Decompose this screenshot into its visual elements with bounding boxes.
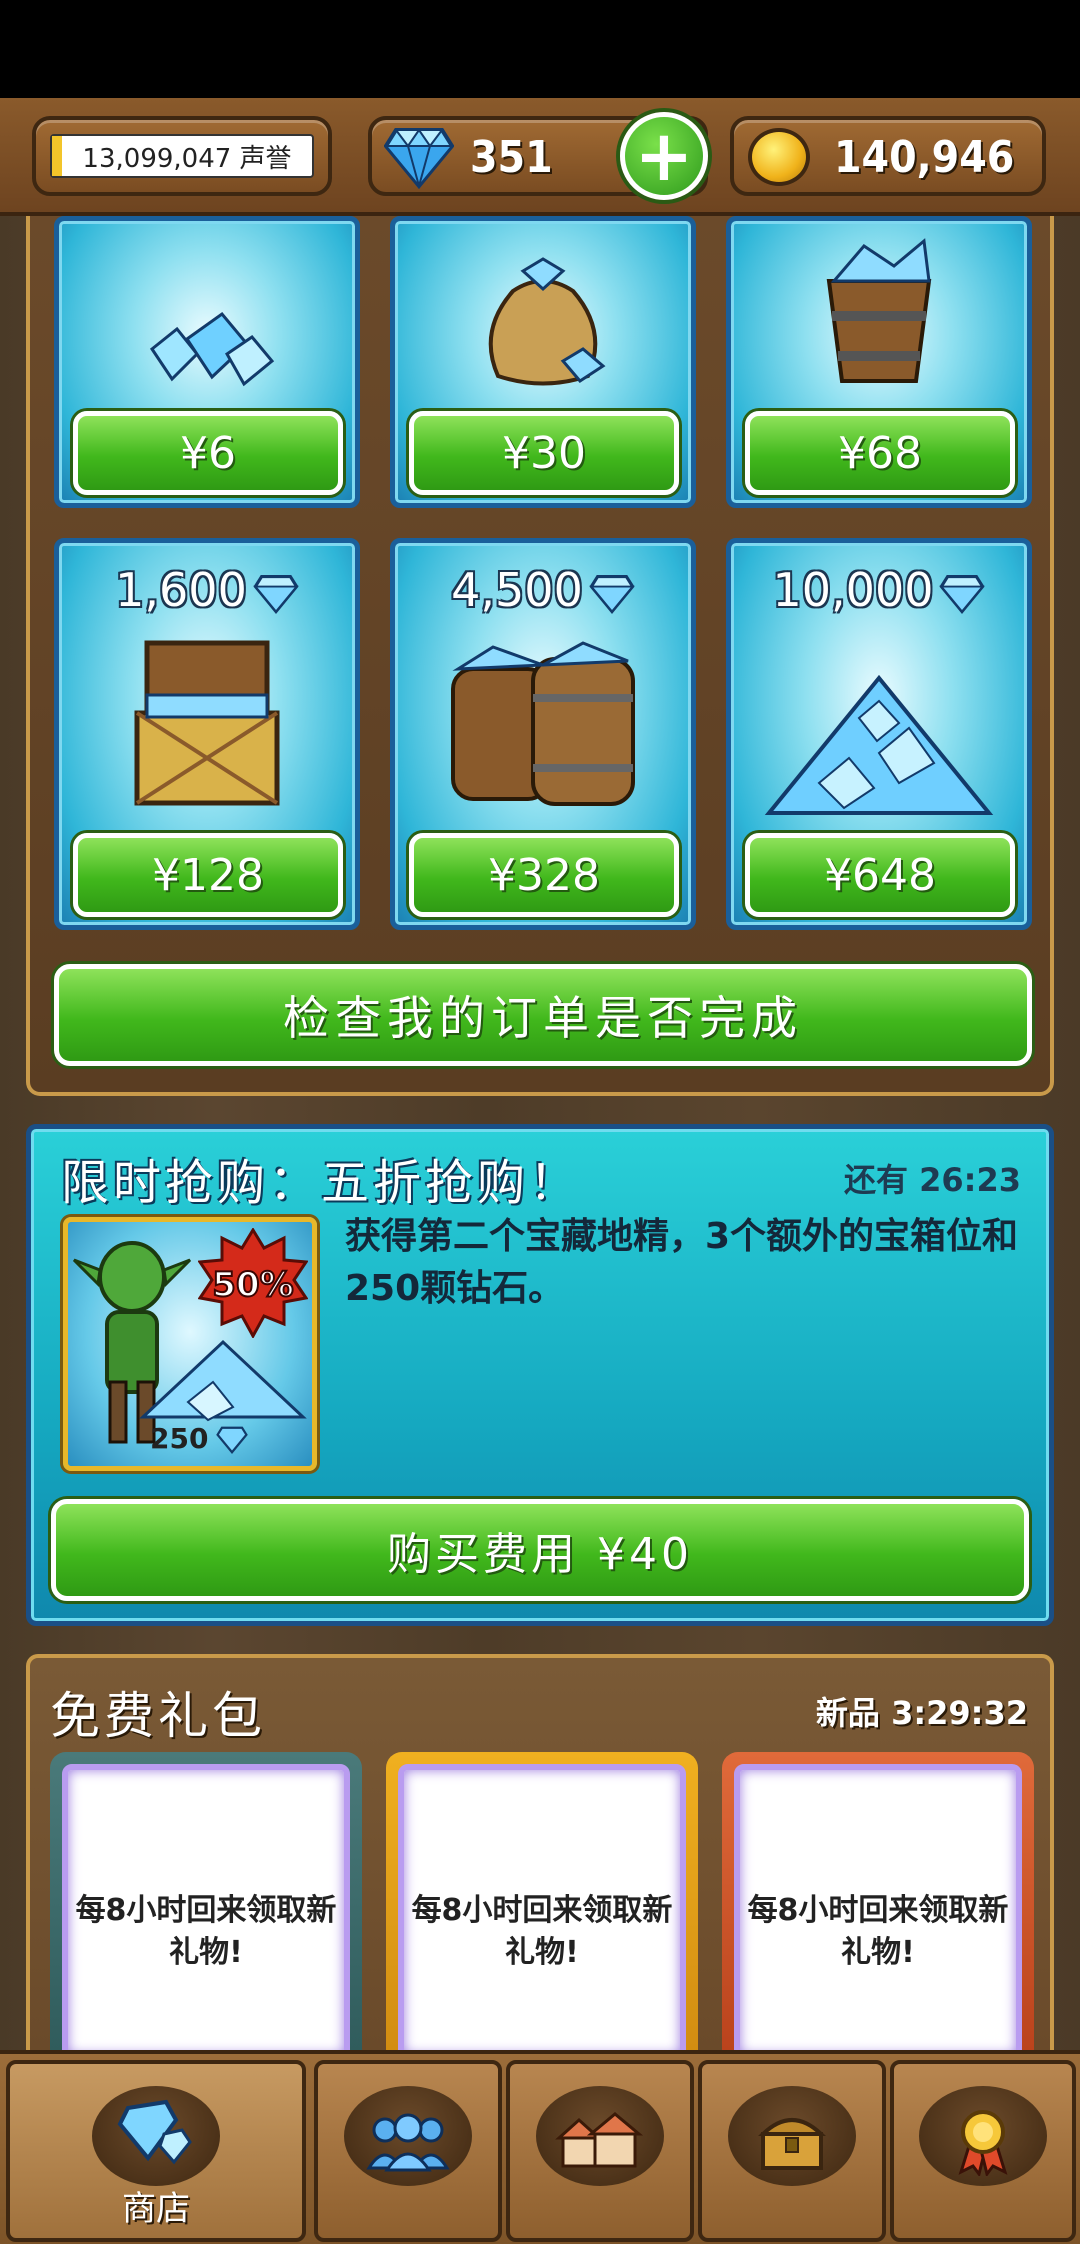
friends-icon xyxy=(366,2113,450,2172)
gift-card-1[interactable]: 每8小时回来领取新礼物! xyxy=(50,1752,362,2072)
gem-bag-icon xyxy=(488,257,606,386)
gift-card-text: 每8小时回来领取新礼物! xyxy=(411,1893,673,1970)
plus-icon: + xyxy=(634,115,694,197)
check-orders-button[interactable]: 检查我的订单是否完成 xyxy=(54,964,1032,1066)
gem-count: 351 xyxy=(470,132,553,183)
reputation-pill[interactable]: 13,099,047 声誉 xyxy=(32,116,332,196)
gift-card-3[interactable]: 每8小时回来领取新礼物! xyxy=(722,1752,1034,2072)
gem-pack-4[interactable]: 1,600 ¥128 xyxy=(54,538,360,930)
free-gift-title: 免费礼包 xyxy=(50,1687,266,1745)
diamond-icon xyxy=(253,574,299,614)
price-button[interactable]: ¥648 xyxy=(745,833,1015,917)
price-button[interactable]: ¥328 xyxy=(409,833,679,917)
reputation-fill xyxy=(52,136,62,176)
gem-store-panel: ¥6 ¥30 ¥68 1,600 ¥128 4,500 ¥328 10,000 … xyxy=(26,216,1054,1096)
price-button[interactable]: ¥30 xyxy=(409,411,679,495)
tab-friends[interactable] xyxy=(314,2060,502,2242)
gem-pack-2[interactable]: ¥30 xyxy=(390,216,696,508)
tab-shop-label: 商店 xyxy=(122,2189,190,2229)
tab-village[interactable] xyxy=(506,2060,694,2242)
gift-card-text: 每8小时回来领取新礼物! xyxy=(75,1893,337,1970)
diamond-icon xyxy=(117,2099,192,2165)
bottom-navigation: 商店 xyxy=(0,2050,1080,2244)
buy-offer-button[interactable]: 购买费用 ¥40 xyxy=(51,1499,1029,1601)
currency-bar: 13,099,047 声誉 351 140,946 xyxy=(0,98,1080,216)
gem-pack-6[interactable]: 10,000 ¥648 xyxy=(726,538,1032,930)
medal-icon xyxy=(958,2110,1008,2176)
tab-achievements[interactable] xyxy=(890,2060,1076,2242)
flash-sale-description: 获得第二个宝藏地精，3个额外的宝箱位和250颗钻石。 xyxy=(345,1216,1019,1309)
gem-pile-icon xyxy=(764,674,994,815)
diamond-icon xyxy=(216,1426,248,1454)
diamond-icon xyxy=(589,574,635,614)
gem-pile-icon xyxy=(139,1339,307,1422)
price-button[interactable]: ¥6 xyxy=(73,411,343,495)
houses-icon xyxy=(555,2112,644,2168)
tab-chest[interactable] xyxy=(698,2060,886,2242)
gold-pill[interactable]: 140,946 xyxy=(730,116,1046,196)
price-button[interactable]: ¥68 xyxy=(745,411,1015,495)
gem-pack-1[interactable]: ¥6 xyxy=(54,216,360,508)
flash-sale-timer: 还有 26:23 xyxy=(843,1161,1021,1199)
gold-coin-icon xyxy=(748,128,810,186)
pack-gem-amount: 4,500 xyxy=(395,563,691,617)
treasure-chest-icon xyxy=(134,640,280,806)
gem-bucket-icon xyxy=(826,238,932,383)
reputation-meter: 13,099,047 声誉 xyxy=(50,134,314,178)
gem-pack-3[interactable]: ¥68 xyxy=(726,216,1032,508)
free-gift-timer: 新品 3:29:32 xyxy=(815,1694,1028,1732)
price-button[interactable]: ¥128 xyxy=(73,833,343,917)
gem-pack-5[interactable]: 4,500 ¥328 xyxy=(390,538,696,930)
small-gems-icon xyxy=(149,311,275,387)
free-gift-panel: 免费礼包 新品 3:29:32 每8小时回来领取新礼物! 每8小时回来领取新礼物… xyxy=(26,1654,1054,2072)
gift-card-2[interactable]: 每8小时回来领取新礼物! xyxy=(386,1752,698,2072)
gold-count: 140,946 xyxy=(834,132,1015,183)
flash-sale-image: 50% 250 xyxy=(63,1217,317,1471)
pack-gem-amount: 10,000 xyxy=(731,563,1027,617)
flash-sale-panel: 限时抢购：五折抢购！ 还有 26:23 50% 250 获得第二个宝藏地精，3个… xyxy=(26,1124,1054,1626)
sale-gem-count: 250 xyxy=(150,1422,209,1455)
discount-badge-label: 50% xyxy=(212,1265,293,1305)
reputation-value: 13,099,047 声誉 xyxy=(82,143,292,174)
treasure-chest-icon xyxy=(758,2118,826,2170)
add-gems-button[interactable]: + xyxy=(620,112,708,200)
discount-badge: 50% xyxy=(198,1228,308,1338)
gift-card-text: 每8小时回来领取新礼物! xyxy=(747,1893,1009,1970)
diamond-icon xyxy=(939,574,986,614)
tab-shop[interactable]: 商店 xyxy=(6,2060,306,2242)
pack-gem-amount: 1,600 xyxy=(59,563,355,617)
flash-sale-title: 限时抢购：五折抢购！ xyxy=(61,1155,582,1211)
gem-barrels-icon xyxy=(451,641,635,806)
status-bar xyxy=(0,0,1080,98)
diamond-icon xyxy=(384,128,454,190)
